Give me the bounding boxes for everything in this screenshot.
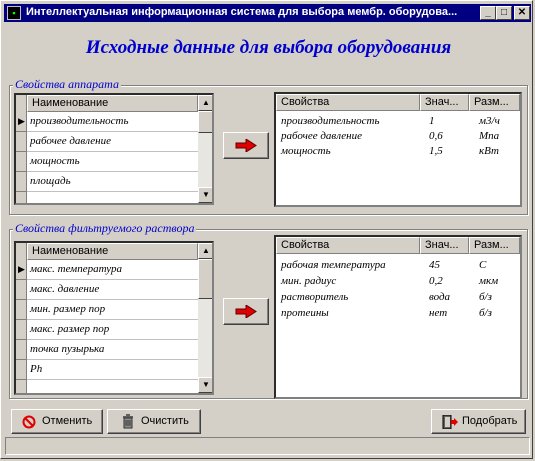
list-item[interactable]: Ph — [27, 360, 198, 380]
cancel-button[interactable]: Отменить — [11, 409, 103, 434]
property-name[interactable]: протеины — [281, 307, 329, 319]
property-unit: Мпа — [479, 130, 500, 142]
list-item[interactable]: рабочее давление — [27, 132, 198, 152]
property-value: 0,6 — [429, 130, 443, 142]
property-unit: С — [479, 259, 487, 271]
column-header-unit[interactable]: Разм... — [469, 237, 520, 254]
select-label: Подобрать — [462, 415, 518, 427]
row-indicator — [16, 300, 27, 320]
clear-label: Очистить — [141, 415, 189, 427]
property-unit: м3/ч — [479, 115, 500, 127]
exit-door-icon — [442, 415, 458, 429]
property-name[interactable]: рабочее давление — [281, 130, 362, 142]
list-item[interactable]: макс. размер пор — [27, 320, 198, 340]
row-indicator — [16, 360, 27, 380]
apparatus-list[interactable]: Наименование ▶ производительность рабоче… — [14, 93, 214, 205]
filtered-list-scrollbar[interactable]: ▲ ▼ — [198, 243, 212, 393]
list-item[interactable]: производительность — [27, 112, 198, 132]
scroll-thumb[interactable] — [198, 259, 212, 299]
apparatus-list-scrollbar[interactable]: ▲ ▼ — [198, 95, 212, 203]
property-name[interactable]: производительность — [281, 115, 379, 127]
scroll-up-icon[interactable]: ▲ — [198, 243, 212, 259]
column-header-value[interactable]: Знач... — [420, 94, 469, 111]
app-icon: ▪ — [7, 6, 21, 20]
scroll-down-icon[interactable]: ▼ — [198, 187, 212, 203]
add-apparatus-property-button[interactable] — [223, 132, 269, 159]
apparatus-group-label: Свойства аппарата — [13, 77, 121, 92]
column-header-value[interactable]: Знач... — [420, 237, 469, 254]
property-value: 1 — [429, 115, 435, 127]
add-filtered-property-button[interactable] — [223, 298, 269, 325]
property-value: нет — [429, 307, 448, 319]
list-item[interactable]: мощность — [27, 152, 198, 172]
property-value: вода — [429, 291, 451, 303]
property-unit: б/з — [479, 307, 492, 319]
title-bar: ▪ Интеллектуальная информационная систем… — [4, 4, 531, 22]
select-button[interactable]: Подобрать — [431, 409, 526, 434]
property-unit: кВт — [479, 145, 499, 157]
trash-icon — [123, 414, 133, 429]
maximize-button[interactable]: □ — [496, 6, 512, 20]
minimize-button[interactable]: _ — [480, 6, 496, 20]
window-title: Интеллектуальная информационная система … — [26, 6, 458, 18]
row-pointer-icon: ▶ — [16, 112, 27, 132]
red-arrow-right-icon — [235, 139, 257, 152]
red-arrow-right-icon — [235, 305, 257, 318]
property-value: 1,5 — [429, 145, 443, 157]
clear-button[interactable]: Очистить — [107, 409, 201, 434]
list-item[interactable]: макс. температура — [27, 260, 198, 280]
row-indicator — [16, 152, 27, 172]
list-item[interactable]: площадь — [27, 172, 198, 192]
row-pointer-icon: ▶ — [16, 260, 27, 280]
property-unit: б/з — [479, 291, 492, 303]
property-name[interactable]: рабочая температура — [281, 259, 386, 271]
filtered-properties-table[interactable]: Свойства Знач... Разм... рабочая темпера… — [274, 235, 522, 399]
page-heading: Исходные данные для выбора оборудования — [85, 37, 452, 58]
main-window: ▪ Интеллектуальная информационная систем… — [0, 0, 533, 459]
filtered-list-header[interactable]: Наименование — [27, 243, 198, 260]
close-button[interactable]: ✕ — [514, 6, 530, 20]
apparatus-list-header[interactable]: Наименование — [27, 95, 198, 112]
apparatus-properties-table[interactable]: Свойства Знач... Разм... производительно… — [274, 92, 522, 207]
property-name[interactable]: мощность — [281, 145, 331, 157]
property-name[interactable]: мин. радиус — [281, 275, 336, 287]
row-indicator — [16, 280, 27, 300]
row-indicator — [16, 132, 27, 152]
row-indicator — [16, 172, 27, 192]
list-item[interactable]: мин. размер пор — [27, 300, 198, 320]
scroll-up-icon[interactable]: ▲ — [198, 95, 212, 111]
filtered-group-label: Свойства фильтруемого раствора — [13, 221, 197, 236]
property-unit: мкм — [479, 275, 499, 287]
property-value: 0,2 — [429, 275, 443, 287]
cancel-icon — [22, 415, 36, 429]
list-item[interactable]: макс. давление — [27, 280, 198, 300]
column-header-properties[interactable]: Свойства — [276, 237, 420, 254]
cancel-label: Отменить — [42, 415, 93, 427]
scroll-down-icon[interactable]: ▼ — [198, 377, 212, 393]
column-header-properties[interactable]: Свойства — [276, 94, 420, 111]
property-name[interactable]: растворитель — [281, 291, 348, 303]
row-indicator — [16, 320, 27, 340]
scroll-thumb[interactable] — [198, 111, 212, 133]
row-indicator — [16, 340, 27, 360]
status-bar — [5, 437, 530, 455]
list-item[interactable]: точка пузырька — [27, 340, 198, 360]
property-value: 45 — [429, 259, 440, 271]
filtered-list[interactable]: Наименование ▶ макс. температура макс. д… — [14, 241, 214, 395]
column-header-unit[interactable]: Разм... — [469, 94, 520, 111]
